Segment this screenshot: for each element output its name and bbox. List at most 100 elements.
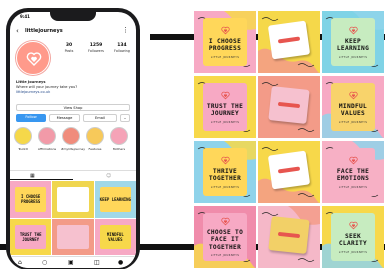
- highlight-circle: [110, 127, 128, 145]
- back-arrow-icon[interactable]: ‹: [16, 27, 19, 35]
- highlight-circle: [38, 127, 56, 145]
- tagged-tab-icon[interactable]: ☺: [106, 173, 111, 179]
- product-photo: [268, 86, 310, 124]
- avatar[interactable]: [16, 41, 50, 75]
- profile-username: littlejourneys: [25, 28, 63, 34]
- product-photo: [267, 150, 311, 190]
- mini-post-card: I CHOOSE PROGRESS: [15, 187, 47, 212]
- brand-text: LITTLE JOURNEYS: [338, 185, 368, 189]
- quote-text: FACE THE EMOTIONS: [336, 167, 370, 183]
- highlight-circle: [62, 127, 80, 145]
- mini-post[interactable]: [52, 218, 94, 255]
- heart-logo-icon: [348, 221, 358, 229]
- mini-post[interactable]: TRUST THE JOURNEY: [10, 218, 52, 255]
- stat-followers[interactable]: 1259 Followers: [83, 43, 109, 53]
- mockup-canvas: 9:41 ‹ littlejourneys ⋮ 30 Posts 1259 Fo…: [0, 0, 385, 269]
- quote-text: I CHOOSE PROGRESS: [208, 37, 242, 53]
- quote-card: KEEP LEARNING LITTLE JOURNEYS: [331, 18, 375, 66]
- follow-button[interactable]: Follow: [16, 114, 46, 122]
- product-detail: [277, 36, 301, 44]
- feed-post[interactable]: MINDFUL VALUES LITTLE JOURNEYS: [322, 76, 384, 138]
- status-time: 9:41: [20, 14, 30, 19]
- more-options-icon[interactable]: ⋮: [122, 26, 129, 34]
- highlight-features[interactable]: Features: [85, 127, 105, 151]
- highlight-affirmations[interactable]: Affirmations: [37, 127, 57, 151]
- quote-card: MINDFUL VALUES LITTLE JOURNEYS: [331, 83, 375, 131]
- highlight-circle: [14, 127, 32, 145]
- highlight-label: Features: [88, 147, 102, 151]
- home-icon[interactable]: ⌂: [18, 259, 22, 266]
- mini-post-card: [57, 224, 89, 249]
- stat-label: Following: [114, 49, 130, 53]
- search-icon[interactable]: ○: [42, 259, 47, 266]
- view-shop-button[interactable]: View Shop: [16, 104, 130, 111]
- quote-text: MINDFUL VALUES: [338, 102, 368, 118]
- phone-frame: 9:41 ‹ littlejourneys ⋮ 30 Posts 1259 Fo…: [6, 8, 140, 269]
- profile-header-bar: ‹ littlejourneys ⋮: [10, 26, 136, 38]
- highlight-circle: [86, 127, 104, 145]
- feed-post[interactable]: CHOOSE TO FACE IT TOGETHER LITTLE JOURNEY…: [194, 206, 256, 268]
- feed-post[interactable]: I CHOOSE PROGRESS LITTLE JOURNEYS: [194, 11, 256, 73]
- heart-logo-icon: [348, 156, 358, 164]
- stat-following[interactable]: 134 Following: [109, 43, 135, 53]
- quote-card: TRUST THE JOURNEY LITTLE JOURNEYS: [203, 83, 247, 131]
- heart-logo-icon: [220, 156, 230, 164]
- quote-card: I CHOOSE PROGRESS LITTLE JOURNEYS: [203, 18, 247, 66]
- highlight-label: Mothers: [112, 147, 126, 151]
- product-detail: [277, 101, 301, 109]
- mini-post[interactable]: I CHOOSE PROGRESS: [10, 181, 52, 218]
- highlight-mothers[interactable]: Mothers: [109, 127, 129, 151]
- bio-link[interactable]: littlejourneys.co.uk: [16, 90, 131, 95]
- feed-post[interactable]: FACE THE EMOTIONS LITTLE JOURNEYS: [322, 141, 384, 203]
- email-button[interactable]: Email: [83, 114, 117, 122]
- profile-icon[interactable]: ●: [118, 259, 123, 266]
- brand-text: LITTLE JOURNEYS: [210, 254, 240, 258]
- bottom-nav: ⌂ ○ ▣ ◫ ●: [10, 256, 136, 268]
- mini-post[interactable]: MINDFUL VALUES: [94, 218, 136, 255]
- shop-icon[interactable]: ◫: [94, 259, 100, 266]
- feed-post[interactable]: KEEP LEARNING LITTLE JOURNEYS: [322, 11, 384, 73]
- feed-post[interactable]: THRIVE TOGETHER LITTLE JOURNEYS: [194, 141, 256, 203]
- feed-post[interactable]: SEEK CLARITY LITTLE JOURNEYS: [322, 206, 384, 268]
- brand-text: LITTLE JOURNEYS: [338, 120, 368, 124]
- mini-post-card: KEEP LEARNING: [99, 187, 131, 212]
- mini-post-card: MINDFUL VALUES: [99, 224, 131, 249]
- mini-post[interactable]: KEEP LEARNING: [94, 181, 136, 218]
- highlight-myliltejourney[interactable]: #myliltejourney: [61, 127, 86, 151]
- brand-text: LITTLE JOURNEYS: [210, 120, 240, 124]
- quote-text: CHOOSE TO FACE IT TOGETHER: [206, 228, 244, 251]
- reels-icon[interactable]: ▣: [68, 259, 74, 266]
- quote-card: CHOOSE TO FACE IT TOGETHER LITTLE JOURNEY…: [203, 213, 247, 261]
- mini-post[interactable]: [52, 181, 94, 218]
- feed-post[interactable]: TRUST THE JOURNEY LITTLE JOURNEYS: [194, 76, 256, 138]
- active-tab-indicator: [10, 179, 73, 180]
- brand-text: LITTLE JOURNEYS: [338, 55, 368, 59]
- stat-value: 30: [65, 43, 73, 48]
- stat-value: 134: [117, 43, 127, 48]
- profile-bio: Little Journeys Where will your journey …: [16, 80, 131, 95]
- feed-post[interactable]: [258, 76, 320, 138]
- highlight-label: Toolkit: [18, 147, 28, 151]
- phone-notch: [50, 12, 96, 21]
- feed-post[interactable]: [258, 141, 320, 203]
- quote-text: SEEK CLARITY: [338, 232, 368, 248]
- stat-posts[interactable]: 30 Posts: [56, 43, 82, 53]
- stat-label: Posts: [64, 49, 74, 53]
- feed-post[interactable]: [258, 206, 320, 268]
- product-photo: [267, 20, 311, 60]
- highlight-label: #myliltejourney: [61, 147, 86, 151]
- highlight-toolkit[interactable]: Toolkit: [13, 127, 33, 151]
- quote-card: THRIVE TOGETHER LITTLE JOURNEYS: [203, 148, 247, 196]
- brand-text: LITTLE JOURNEYS: [210, 185, 240, 189]
- heart-logo-icon: [26, 52, 42, 66]
- phone-screen: 9:41 ‹ littlejourneys ⋮ 30 Posts 1259 Fo…: [10, 12, 136, 268]
- mini-post-card: TRUST THE JOURNEY: [15, 224, 47, 249]
- message-button[interactable]: Message: [49, 114, 80, 122]
- heart-logo-icon: [348, 26, 358, 34]
- mini-post-card: [57, 187, 89, 212]
- feed-post[interactable]: [258, 11, 320, 73]
- quote-text: THRIVE TOGETHER: [208, 167, 242, 183]
- quote-text: KEEP LEARNING: [336, 37, 370, 53]
- suggestions-dropdown-button[interactable]: ⌄: [120, 114, 130, 122]
- heart-logo-icon: [220, 91, 230, 99]
